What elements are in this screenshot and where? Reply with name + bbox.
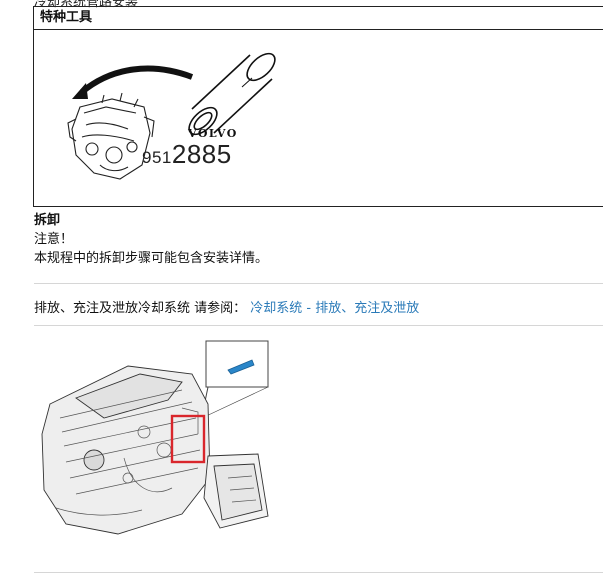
divider — [34, 325, 603, 326]
tool-part-number: 9512885 — [142, 139, 232, 169]
divider — [34, 283, 603, 284]
divider — [34, 572, 603, 573]
special-tool-illustration — [67, 52, 276, 180]
special-tool-header: 特种工具 — [34, 7, 603, 30]
special-tool-box: 特种工具 VOLVO 9512885 — [33, 6, 603, 207]
section-title: 拆卸 — [34, 213, 61, 228]
engine-illustration — [41, 340, 269, 535]
note-text: 本规程中的拆卸步骤可能包含安装详情。 — [34, 251, 269, 266]
coolant-system-link[interactable]: 冷却系统 - 排放、充注及泄放 — [250, 301, 419, 316]
note-label: 注意！ — [34, 232, 74, 247]
step-drain-coolant: 排放、充注及泄放冷却系统 请参阅： 冷却系统 - 排放、充注及泄放 — [34, 301, 420, 316]
